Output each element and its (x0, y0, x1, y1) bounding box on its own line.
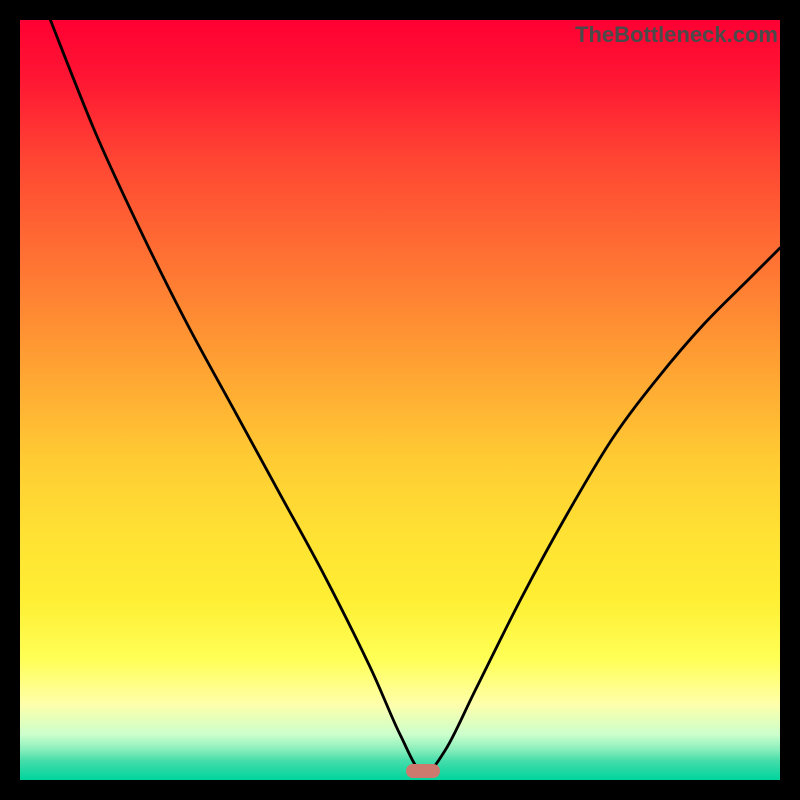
curve-svg (20, 20, 780, 780)
attribution-label: TheBottleneck.com (575, 22, 778, 48)
chart-container: TheBottleneck.com (0, 0, 800, 800)
bottleneck-curve-path (50, 20, 780, 773)
minimum-marker (406, 764, 440, 778)
